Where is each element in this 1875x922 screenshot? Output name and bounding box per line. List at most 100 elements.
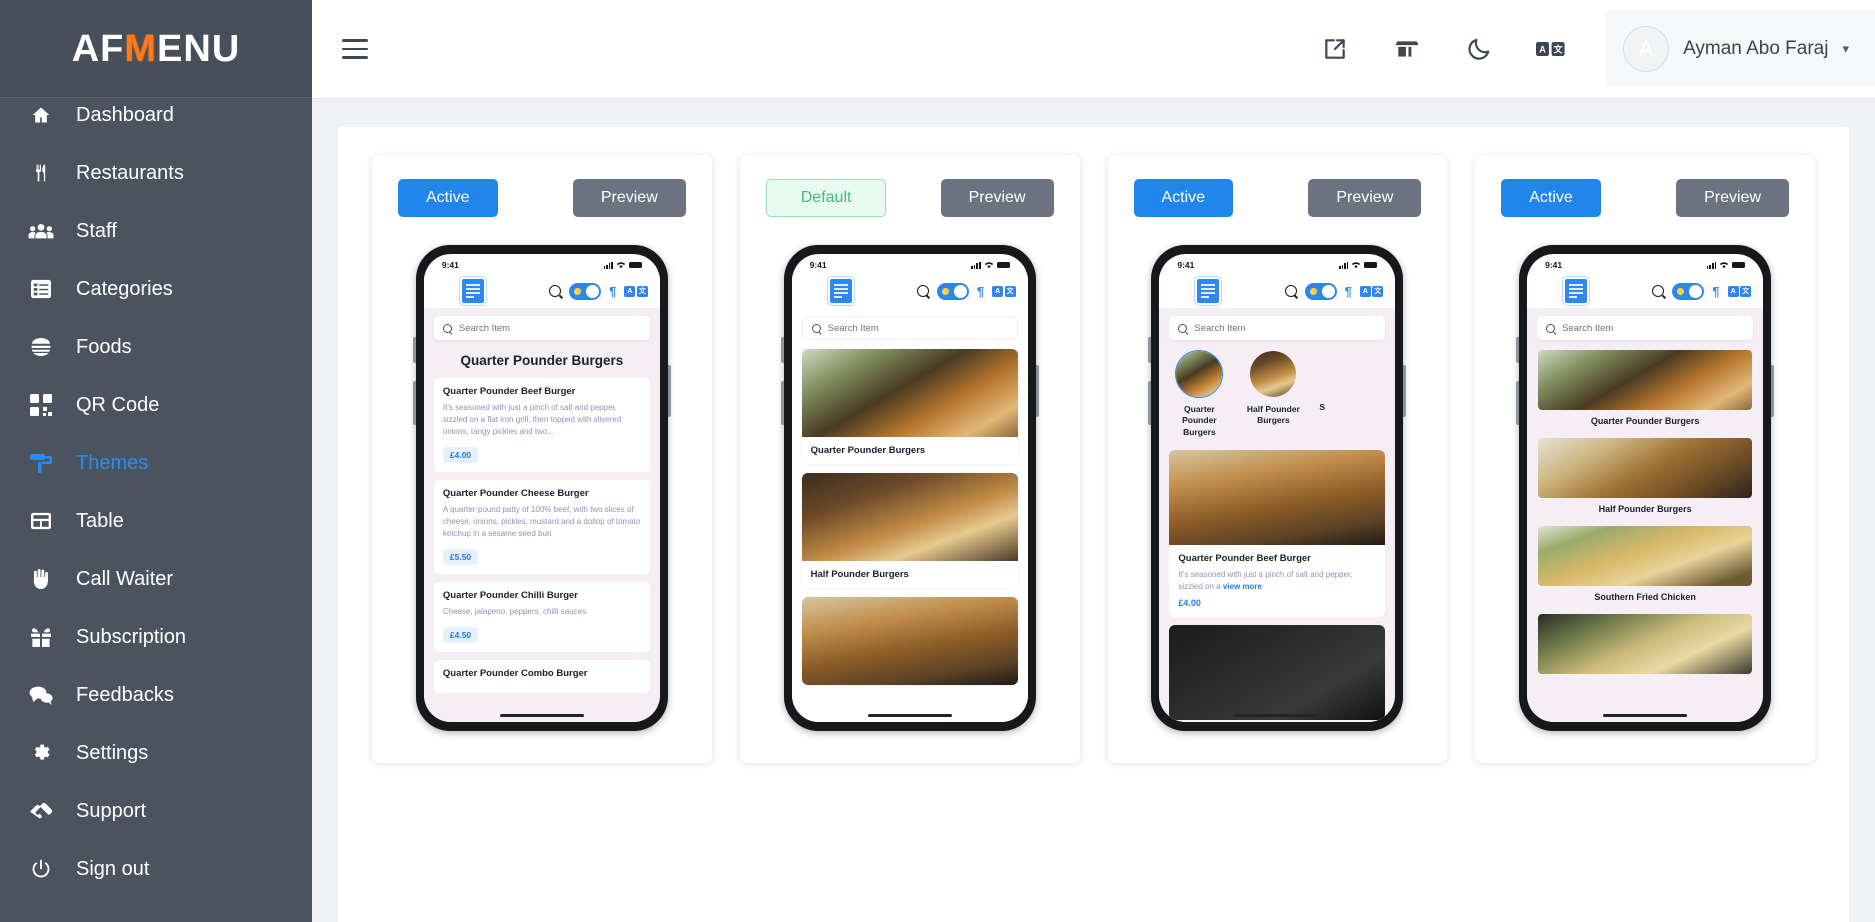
theme-toggle[interactable]	[569, 282, 602, 300]
sidebar-item-subscription[interactable]: Subscription	[0, 608, 312, 666]
search-icon[interactable]	[549, 285, 562, 297]
sun-icon	[574, 287, 582, 295]
preview-button[interactable]: Preview	[1676, 179, 1789, 217]
category-label-truncated: S	[1319, 402, 1326, 412]
moon-icon[interactable]	[1451, 21, 1507, 77]
qrcode-icon	[26, 392, 56, 418]
paragraph-icon[interactable]: ¶	[1712, 285, 1719, 298]
theme-toggle[interactable]	[1672, 282, 1705, 300]
status-indicators	[1339, 261, 1378, 269]
category-card[interactable]: Half Pounder Burgers	[1527, 438, 1763, 516]
sidebar-item-sign-out[interactable]: Sign out	[0, 840, 312, 898]
sun-icon	[1309, 287, 1317, 295]
store-icon[interactable]	[1379, 21, 1435, 77]
user-menu[interactable]: A Ayman Abo Faraj ▾	[1605, 11, 1875, 87]
home-indicator	[1235, 713, 1320, 717]
phone-preview[interactable]: 9:41 ¶ A 文 Search Item Quarter Pounder B…	[1516, 245, 1775, 731]
brand-logo[interactable]: AF M ENU	[0, 0, 312, 98]
food-item[interactable]: Quarter Pounder Beef Burger It's seasone…	[433, 378, 650, 472]
food-photo	[1169, 625, 1386, 721]
brand-text: AF M ENU	[72, 30, 241, 68]
theme-toggle[interactable]	[1304, 282, 1337, 300]
sidebar-item-foods[interactable]: Foods	[0, 318, 312, 376]
theme-card[interactable]: Active Preview 9:41 ¶ A 文 Search Item Qu…	[1107, 155, 1448, 763]
phone-side-button	[667, 365, 671, 417]
search-placeholder: Search Item	[458, 322, 511, 334]
food-item[interactable]: Quarter Pounder Cheese Burger A quarter-…	[433, 480, 650, 574]
category-card[interactable]: Quarter Pounder Burgers	[1527, 350, 1763, 428]
phone-preview[interactable]: 9:41 ¶ A 文 Search Item Quarter Pounder B…	[1148, 245, 1407, 731]
food-detail-card[interactable]	[1169, 625, 1386, 721]
sidebar-item-support[interactable]: Support	[0, 782, 312, 840]
food-item[interactable]: Quarter Pounder Chilli Burger Cheese, ja…	[433, 582, 650, 652]
translate-icon[interactable]: A文	[992, 285, 1016, 297]
search-icon[interactable]	[1652, 285, 1665, 297]
cutlery-icon	[26, 160, 56, 186]
wifi-icon	[1352, 262, 1361, 269]
status-indicators	[603, 261, 642, 269]
sidebar-item-qr-code[interactable]: QR Code	[0, 376, 312, 434]
search-input[interactable]: Search Item	[433, 316, 650, 340]
status-button[interactable]: Default	[765, 179, 887, 217]
search-icon[interactable]	[916, 285, 929, 297]
category-title: Quarter Pounder Burgers	[460, 353, 624, 368]
preview-button[interactable]: Preview	[1308, 179, 1422, 217]
theme-toggle[interactable]	[936, 282, 969, 300]
phone-statusbar: 9:41	[424, 254, 660, 274]
external-link-icon[interactable]	[1307, 21, 1363, 77]
sidebar-item-call-waiter[interactable]: Call Waiter	[0, 550, 312, 608]
phone-appbar: ¶ A文	[791, 274, 1028, 308]
food-item[interactable]: Quarter Pounder Combo Burger	[433, 660, 650, 693]
category-card[interactable]: Quarter Pounder Burgers	[801, 349, 1018, 464]
search-input[interactable]: Search Item	[1169, 316, 1386, 340]
translate-icon[interactable]: A文	[624, 285, 648, 297]
translate-icon[interactable]: A文	[1359, 285, 1384, 297]
category-label: Quarter Pounder Burgers	[810, 445, 926, 456]
category-card[interactable]: Southern Fried Chicken	[1527, 526, 1763, 604]
theme-card[interactable]: Active Preview 9:41 ¶ A 文 Search Item Qu…	[372, 155, 712, 763]
brand-highlight: M	[124, 27, 158, 70]
category-chip[interactable]: Quarter Pounder Burgers	[1171, 350, 1227, 438]
status-button[interactable]: Active	[1133, 179, 1234, 217]
theme-card[interactable]: Default Preview 9:41 ¶ A 文 Search Item Q…	[739, 155, 1080, 763]
sidebar-item-settings[interactable]: Settings	[0, 724, 312, 782]
sidebar-item-staff[interactable]: Staff	[0, 202, 312, 260]
search-input[interactable]: Search Item	[801, 316, 1018, 340]
sidebar: AF M ENU Dashboard Restaurants Staff Cat…	[0, 0, 312, 922]
comments-icon	[26, 682, 56, 708]
home-icon	[26, 102, 56, 128]
sidebar-item-dashboard[interactable]: Dashboard	[0, 86, 312, 144]
category-card[interactable]	[1527, 614, 1763, 674]
sidebar-item-themes[interactable]: Themes	[0, 434, 312, 492]
sidebar-item-label: Themes	[76, 451, 149, 474]
phone-preview[interactable]: 9:41 ¶ A 文 Search Item Quarter Pounder B…	[780, 245, 1039, 731]
search-icon[interactable]	[1284, 285, 1297, 297]
category-carousel[interactable]: Quarter Pounder Burgers Half Pounder Bur…	[1159, 340, 1395, 446]
paragraph-icon[interactable]: ¶	[1345, 285, 1352, 298]
sidebar-item-restaurants[interactable]: Restaurants	[0, 144, 312, 202]
translate-icon[interactable]: A文	[1523, 21, 1579, 77]
phone-preview[interactable]: 9:41 ¶ A 文 Search Item Quarter Pounder B…	[412, 245, 671, 731]
search-input[interactable]: Search Item	[1537, 316, 1754, 340]
sidebar-item-feedbacks[interactable]: Feedbacks	[0, 666, 312, 724]
translate-icon[interactable]: A文	[1727, 285, 1752, 297]
food-detail-card[interactable]: Quarter Pounder Beef Burger It's seasone…	[1169, 450, 1386, 618]
food-description: A quarter-pound patty of 100% beef, with…	[442, 505, 641, 538]
theme-card[interactable]: Active Preview 9:41 ¶ A 文 Search Item Qu…	[1475, 155, 1815, 763]
status-button[interactable]: Active	[398, 179, 498, 217]
category-photo	[1538, 526, 1753, 586]
view-more-link[interactable]: view more	[1223, 582, 1262, 591]
sidebar-item-categories[interactable]: Categories	[0, 260, 312, 318]
status-button[interactable]: Active	[1501, 179, 1601, 217]
category-card[interactable]	[801, 597, 1018, 685]
category-chip[interactable]: Half Pounder Burgers	[1245, 350, 1301, 427]
preview-button[interactable]: Preview	[940, 179, 1054, 217]
sidebar-item-label: Foods	[76, 335, 132, 358]
paragraph-icon[interactable]: ¶	[977, 285, 984, 298]
preview-button[interactable]: Preview	[572, 179, 686, 217]
category-card[interactable]: Half Pounder Burgers	[801, 473, 1018, 588]
paragraph-icon[interactable]: ¶	[609, 285, 616, 298]
menu-logo-icon	[461, 279, 484, 303]
sidebar-item-table[interactable]: Table	[0, 492, 312, 550]
hamburger-icon[interactable]	[342, 39, 368, 59]
